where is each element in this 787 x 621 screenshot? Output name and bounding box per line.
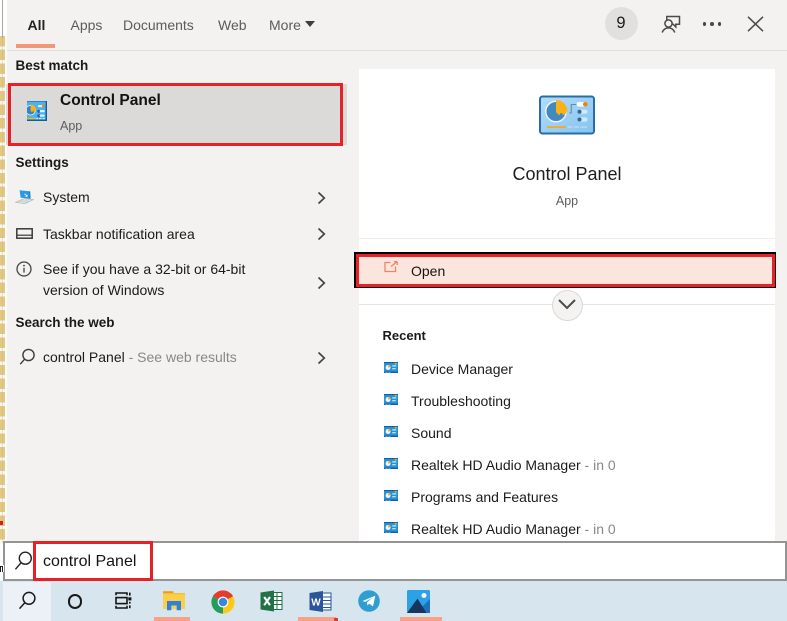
svg-text:W: W: [311, 597, 321, 608]
